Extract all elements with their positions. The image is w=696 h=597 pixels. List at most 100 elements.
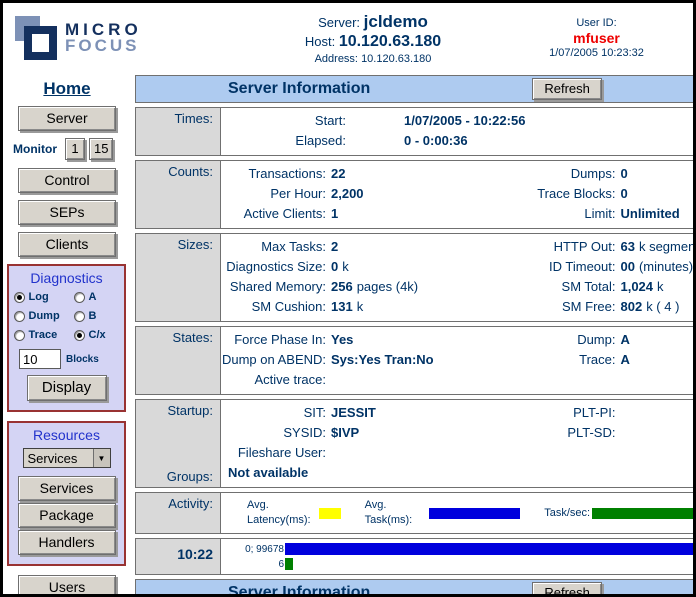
radio-dump-icon[interactable]: [14, 311, 25, 322]
blocks-label: Blocks: [66, 354, 99, 365]
sizes-label: Sizes:: [136, 234, 221, 321]
http-out-value: 63: [620, 237, 634, 257]
start-label: Start:: [221, 111, 346, 131]
seps-button[interactable]: SEPs: [18, 200, 116, 225]
chevron-down-icon[interactable]: ▼: [93, 449, 110, 467]
per-hour-label: Per Hour:: [221, 184, 326, 204]
page-title-bottom: Server Information: [228, 584, 370, 597]
avg-latency-label: Avg. Latency(ms):: [247, 498, 317, 528]
shared-memory-suffix: pages (4k): [357, 277, 418, 297]
section-startup: Startup: Groups: SIT:JESSIT PLT-PI: SYSI…: [135, 399, 696, 488]
bar-row-2-value: 6: [221, 559, 285, 570]
radio-cx-label: C/x: [89, 329, 106, 341]
avg-task-bar: [285, 543, 696, 555]
blocks-input[interactable]: [19, 349, 61, 369]
server-name: jcldemo: [364, 12, 428, 31]
address-label: Address:: [315, 53, 358, 65]
max-tasks-label: Max Tasks:: [221, 237, 326, 257]
radio-a[interactable]: A: [74, 291, 120, 303]
activity-label: Activity:: [136, 493, 221, 533]
sample-time: 10:22: [136, 539, 221, 574]
radio-cx[interactable]: C/x: [74, 329, 120, 341]
dump-on-abend-label: Dump on ABEND:: [221, 350, 326, 370]
radio-a-icon[interactable]: [74, 292, 85, 303]
monitor-15-button[interactable]: 15: [89, 138, 113, 160]
sm-total-suffix: k: [657, 277, 664, 297]
resources-panel: Resources Services ▼ Services Package Ha…: [7, 421, 126, 566]
radio-log[interactable]: Log: [14, 291, 74, 303]
radio-trace[interactable]: Trace: [14, 329, 74, 341]
radio-trace-icon[interactable]: [14, 330, 25, 341]
package-button[interactable]: Package: [18, 503, 116, 528]
dump-on-abend-value: Sys:Yes Tran:No: [331, 350, 434, 370]
page-title: Server Information: [228, 80, 370, 98]
shared-memory-value: 256: [331, 277, 353, 297]
user-id-label: User ID:: [518, 17, 675, 29]
task-per-sec-bar-row: 6: [221, 557, 696, 571]
radio-dump[interactable]: Dump: [14, 310, 74, 322]
radio-b-icon[interactable]: [74, 311, 85, 322]
resources-select[interactable]: Services ▼: [23, 448, 111, 468]
radio-trace-label: Trace: [29, 329, 58, 341]
services-button[interactable]: Services: [18, 476, 116, 501]
handlers-button[interactable]: Handlers: [18, 530, 116, 555]
host-value: 10.120.63.180: [339, 33, 441, 50]
refresh-button-top[interactable]: Refresh: [532, 78, 602, 100]
fileshare-user-label: Fileshare User:: [221, 443, 326, 463]
active-clients-value: 1: [331, 204, 338, 224]
activity-legend: Avg. Latency(ms): Avg. Task(ms): Task/se…: [221, 495, 696, 531]
radio-dump-label: Dump: [29, 310, 60, 322]
refresh-button-bottom[interactable]: Refresh: [532, 582, 602, 597]
force-phase-in-value: Yes: [331, 330, 353, 350]
task-per-sec-label: Task/sec:: [544, 506, 590, 521]
display-button[interactable]: Display: [27, 375, 107, 401]
page: MICRO FOCUS Server: jcldemo Host: 10.120…: [0, 0, 696, 597]
server-identity: Server: jcldemo Host: 10.120.63.180 Addr…: [228, 12, 518, 65]
limit-label: Limit:: [505, 204, 615, 224]
logo-line2: FOCUS: [65, 38, 142, 54]
http-out-suffix: k segments: [639, 237, 696, 257]
id-timeout-value: 00: [620, 257, 634, 277]
section-states: States: Force Phase In:Yes Dump:A Dump o…: [135, 326, 696, 395]
section-times: Times: Start:1/07/2005 - 10:22:56 Elapse…: [135, 107, 696, 156]
transactions-value: 22: [331, 164, 345, 184]
trace-state-value: A: [620, 350, 629, 370]
sm-total-value: 1,024: [620, 277, 653, 297]
sm-cushion-label: SM Cushion:: [221, 297, 326, 317]
micro-focus-logo: MICRO FOCUS: [3, 13, 228, 63]
elapsed-value: 0 - 0:00:36: [404, 131, 468, 151]
sm-cushion-suffix: k: [357, 297, 364, 317]
clients-button[interactable]: Clients: [18, 232, 116, 257]
control-button[interactable]: Control: [18, 168, 116, 193]
home-link[interactable]: Home: [5, 79, 129, 99]
trace-blocks-label: Trace Blocks:: [505, 184, 615, 204]
radio-b[interactable]: B: [74, 310, 120, 322]
sit-value: JESSIT: [331, 403, 376, 423]
diagnostics-title: Diagnostics: [11, 270, 122, 286]
http-out-label: HTTP Out:: [505, 237, 615, 257]
section-sizes: Sizes: Max Tasks:2 HTTP Out:63k segments…: [135, 233, 696, 322]
monitor-1-button[interactable]: 1: [65, 138, 85, 160]
monitor-row: Monitor 1 15: [13, 138, 129, 160]
server-button[interactable]: Server: [18, 106, 116, 131]
section-activity: Activity: Avg. Latency(ms): Avg. Task(ms…: [135, 492, 696, 534]
section-counts: Counts: Transactions:22 Dumps:0 Per Hour…: [135, 160, 696, 229]
radio-cx-icon[interactable]: [74, 330, 85, 341]
plt-sd-label: PLT-SD:: [505, 423, 615, 443]
diagnostics-radio-group: Log A Dump B Trace C/x: [11, 291, 122, 341]
elapsed-label: Elapsed:: [221, 131, 346, 151]
sidebar: Home Server Monitor 1 15 Control SEPs Cl…: [5, 75, 129, 597]
groups-label: Groups:: [136, 469, 213, 484]
title-bar-bottom: Server Information Refresh: [135, 579, 696, 597]
counts-label: Counts:: [136, 161, 221, 228]
id-timeout-label: ID Timeout:: [505, 257, 615, 277]
users-button[interactable]: Users: [18, 575, 116, 597]
sit-label: SIT:: [221, 403, 326, 423]
section-activity-sample: 10:22 0; 99678 6: [135, 538, 696, 575]
radio-log-icon[interactable]: [14, 292, 25, 303]
trace-blocks-value: 0: [620, 184, 627, 204]
sm-free-label: SM Free:: [505, 297, 615, 317]
force-phase-in-label: Force Phase In:: [221, 330, 326, 350]
title-bar-top: Server Information Refresh: [135, 75, 696, 103]
latency-task-bar-row: 0; 99678: [221, 542, 696, 556]
